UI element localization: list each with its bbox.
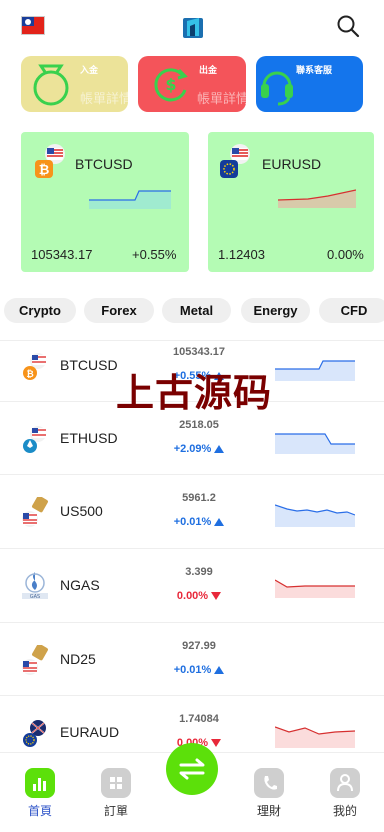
- featured-symbol: EURUSD: [262, 156, 322, 172]
- market-change: +0.01%: [159, 664, 239, 676]
- market-change: 0.00%: [159, 590, 239, 602]
- search-icon[interactable]: [336, 14, 360, 38]
- svg-text:₿: ₿: [26, 369, 33, 380]
- nav-home-icon[interactable]: [25, 768, 55, 798]
- svg-text:GAS: GAS: [30, 594, 40, 600]
- nd25-icon: [22, 645, 48, 675]
- featured-card-btcusd[interactable]: ₿ BTCUSD 105343.17 +0.55%: [21, 132, 189, 272]
- tab-cfd[interactable]: CFD: [319, 298, 384, 323]
- market-sparkline: [275, 433, 355, 454]
- market-price: 5961.2: [182, 492, 216, 504]
- market-symbol: US500: [60, 503, 103, 519]
- tab-crypto[interactable]: Crypto: [4, 298, 76, 323]
- swap-button[interactable]: [166, 743, 218, 795]
- us500-icon: [22, 497, 48, 527]
- up-arrow-icon: [214, 445, 225, 453]
- market-price: 2518.05: [179, 419, 219, 431]
- eur-usd-icon: [220, 144, 250, 178]
- tab-energy[interactable]: Energy: [241, 298, 310, 323]
- down-arrow-icon: [211, 592, 222, 600]
- withdraw-title: 出金: [199, 65, 218, 75]
- eth-usd-icon: [23, 426, 46, 453]
- withdraw-card[interactable]: $ 出金 帳單詳情: [138, 56, 246, 112]
- market-symbol: EURAUD: [60, 724, 120, 740]
- tab-metal[interactable]: Metal: [162, 298, 231, 323]
- market-change: +0.01%: [159, 516, 239, 528]
- featured-price: 105343.17: [31, 247, 93, 262]
- nav-profile-label[interactable]: 我的: [320, 802, 370, 819]
- nav-home-label[interactable]: 首頁: [15, 802, 65, 819]
- featured-card-eurusd[interactable]: EURUSD 1.12403 0.00%: [208, 132, 374, 272]
- deposit-card[interactable]: 入金 帳單詳情: [21, 56, 128, 112]
- market-symbol: NGAS: [60, 577, 100, 593]
- table-row[interactable]: ND25 927.99 +0.01%: [0, 623, 384, 695]
- svg-text:$: $: [165, 75, 176, 94]
- natural-gas-icon: GAS: [22, 572, 48, 600]
- market-price: 105343.17: [173, 346, 225, 358]
- nav-finance-label[interactable]: 理財: [244, 802, 294, 819]
- swap-icon: [179, 758, 205, 780]
- headset-icon: [261, 71, 293, 106]
- customer-service-card[interactable]: 聯系客服: [256, 56, 363, 112]
- market-price: 927.99: [182, 640, 216, 652]
- featured-change: 0.00%: [327, 247, 364, 262]
- eur-aud-icon: [23, 720, 46, 747]
- market-price: 1.74084: [179, 713, 219, 725]
- chart-icon: [33, 778, 46, 791]
- nav-orders-icon[interactable]: [101, 768, 131, 798]
- grid-icon: [110, 777, 122, 789]
- money-bag-icon: [33, 64, 69, 106]
- nav-profile-icon[interactable]: [330, 768, 360, 798]
- deposit-title: 入金: [80, 65, 99, 75]
- btc-usd-icon: ₿: [35, 144, 65, 178]
- deposit-subtitle: 帳單詳情: [80, 91, 128, 106]
- featured-price: 1.12403: [218, 247, 265, 262]
- dollar-cycle-icon: $: [154, 68, 188, 102]
- featured-sparkline: [89, 190, 171, 209]
- market-change: +2.09%: [159, 443, 239, 455]
- market-sparkline: [275, 579, 355, 598]
- table-row[interactable]: GAS NGAS 3.399 0.00%: [0, 549, 384, 622]
- up-arrow-icon: [214, 518, 225, 526]
- market-symbol: ETHUSD: [60, 430, 118, 446]
- tab-forex[interactable]: Forex: [84, 298, 154, 323]
- featured-sparkline: [278, 189, 356, 208]
- market-sparkline: [275, 726, 355, 748]
- app-logo-icon: [183, 18, 203, 38]
- nav-finance-icon[interactable]: [254, 768, 284, 798]
- nav-orders-label[interactable]: 訂單: [91, 802, 141, 819]
- featured-symbol: BTCUSD: [75, 156, 133, 172]
- svg-text:₿: ₿: [39, 163, 50, 178]
- market-symbol: BTCUSD: [60, 357, 118, 373]
- up-arrow-icon: [214, 666, 225, 674]
- market-price: 3.399: [185, 566, 213, 578]
- featured-change: +0.55%: [132, 247, 177, 262]
- customer-service-title: 聯系客服: [296, 65, 333, 75]
- taiwan-flag-icon[interactable]: [21, 16, 45, 35]
- watermark-text: 上古源码: [116, 370, 273, 415]
- market-symbol: ND25: [60, 651, 96, 667]
- market-sparkline: [275, 360, 355, 381]
- market-sparkline: [275, 504, 355, 527]
- btc-usd-icon: ₿: [23, 353, 46, 380]
- user-icon: [337, 774, 353, 792]
- phone-icon: [264, 776, 277, 790]
- withdraw-subtitle: 帳單詳情: [197, 91, 246, 106]
- table-row[interactable]: US500 5961.2 +0.01%: [0, 475, 384, 548]
